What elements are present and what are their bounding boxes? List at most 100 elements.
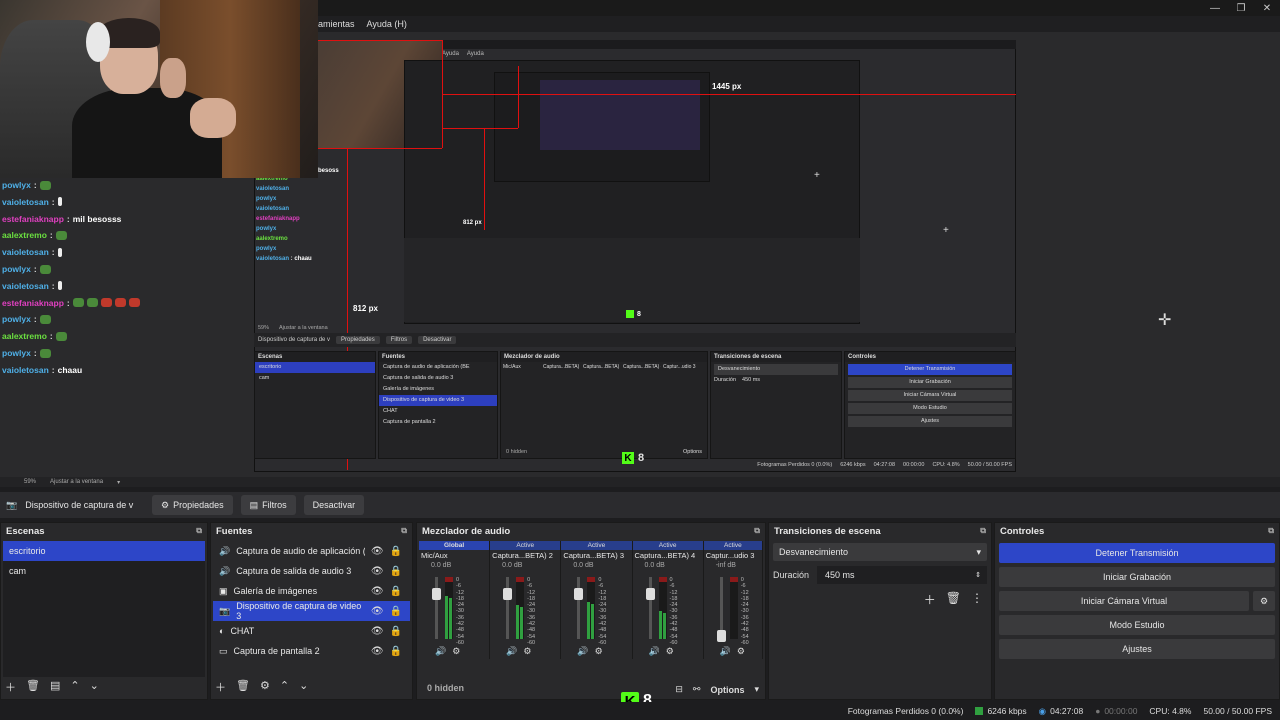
lock-icon[interactable]: 🔒 (390, 606, 402, 617)
channel-settings-icon[interactable]: ⚙ (737, 646, 745, 657)
channel-settings-icon[interactable]: ⚙ (523, 646, 531, 657)
mixer-options-button[interactable]: Options (710, 685, 744, 695)
menu-help[interactable]: Ayuda (H) (367, 19, 407, 29)
settings-button[interactable]: Ajustes (999, 639, 1275, 659)
trash-icon[interactable]: 🗑 (236, 679, 250, 695)
add-icon[interactable]: ＋ (215, 679, 226, 695)
volume-fader-track[interactable] (648, 577, 652, 639)
link-icon[interactable]: ⚯ (693, 684, 701, 695)
mute-icon[interactable]: 🔊 (506, 646, 517, 657)
volume-fader-track[interactable] (506, 577, 510, 639)
more-icon[interactable]: ⋮ (971, 591, 983, 608)
gear-icon[interactable]: ⚙ (1253, 591, 1275, 611)
channel-name[interactable]: Captura...BETA) 4 (633, 550, 703, 562)
filters-button[interactable]: ▤ Filtros (240, 495, 296, 515)
eye-icon[interactable]: 👁 (371, 646, 384, 657)
volume-fader-handle[interactable] (645, 588, 655, 601)
lock-icon[interactable]: 🔒 (390, 586, 402, 597)
channel-name[interactable]: Captur...udio 3 (704, 550, 762, 562)
gear-icon[interactable]: ⚙ (260, 679, 270, 695)
rec-indicator: ● 00:00:00 (1095, 706, 1137, 716)
eye-icon[interactable]: 👁 (371, 586, 384, 597)
lock-icon[interactable]: 🔒 (390, 566, 402, 577)
float-dock-icon[interactable]: ⧉ (754, 526, 760, 536)
selected-source-name: Dispositivo de captura de v (25, 500, 134, 510)
filter-icon[interactable]: ▤ (50, 679, 60, 695)
volume-fader-track[interactable] (435, 577, 438, 639)
menu-tools[interactable]: amientas (318, 19, 355, 29)
source-item[interactable]: ▣ Galería de imágenes 👁 🔒 (213, 581, 410, 601)
mute-icon[interactable]: 🔊 (720, 646, 731, 657)
channel-name[interactable]: Captura...BETA) 2 (490, 550, 560, 562)
channel-settings-icon[interactable]: ⚙ (595, 646, 603, 657)
source-item[interactable]: 📷 Dispositivo de captura de video 3 👁 🔒 (213, 601, 410, 621)
float-dock-icon[interactable]: ⧉ (980, 526, 986, 536)
source-item[interactable]: 🔊 Captura de salida de audio 3 👁 🔒 (213, 561, 410, 581)
chevron-down-icon[interactable]: ⌄ (90, 679, 99, 695)
float-dock-icon[interactable]: ⧉ (1268, 526, 1274, 536)
audio-icon: 🔊 (219, 545, 231, 556)
scene-item[interactable]: cam (3, 561, 205, 581)
properties-button[interactable]: ⚙ Propiedades (152, 495, 233, 515)
chevron-up-icon[interactable]: ⌃ (280, 679, 289, 695)
volume-fader-handle[interactable] (503, 588, 513, 601)
spinner-icon[interactable]: ⇕ (975, 571, 981, 579)
volume-fader-handle[interactable] (432, 588, 441, 601)
chat-message: vaioletosan: (2, 197, 62, 207)
volume-fader-handle[interactable] (574, 588, 584, 601)
duration-input[interactable]: 450 ms ⇕ (817, 566, 987, 584)
chevron-up-icon[interactable]: ⌃ (70, 679, 79, 695)
emote-icon (39, 180, 51, 190)
source-item[interactable]: 🔊 Captura de audio de aplicación (BE 👁 🔒 (213, 541, 410, 561)
close-icon[interactable]: ✕ (1254, 0, 1280, 16)
chat-separator: : (33, 264, 37, 274)
chat-separator: : (51, 280, 55, 291)
volume-fader-handle[interactable] (716, 630, 726, 643)
db-tick: -12 (527, 589, 536, 596)
trash-icon[interactable]: 🗑 (26, 679, 40, 695)
zoom-fit[interactable]: Ajustar a la ventana (50, 479, 103, 485)
minimize-icon[interactable]: — (1202, 0, 1228, 16)
chevron-down-icon[interactable]: ⌄ (299, 679, 308, 695)
studio-mode-button[interactable]: Modo Estudio (999, 615, 1275, 635)
float-dock-icon[interactable]: ⧉ (401, 526, 407, 536)
channel-name[interactable]: Captura...BETA) 3 (561, 550, 631, 562)
nested-kick-badge: K 8 (622, 452, 644, 464)
add-icon[interactable]: ＋ (924, 591, 936, 608)
zoom-level[interactable]: 59% (24, 479, 36, 485)
chevron-down-icon[interactable]: ▾ (117, 479, 120, 486)
chat-username: powlyx (2, 348, 31, 358)
transition-select[interactable]: Desvanecimiento ▾ (773, 543, 987, 561)
mute-icon[interactable]: 🔊 (435, 646, 446, 657)
add-icon[interactable]: ＋ (5, 679, 16, 695)
eye-icon[interactable]: 👁 (371, 626, 384, 637)
chevron-down-icon[interactable]: ▾ (754, 684, 759, 695)
source-item[interactable]: ◐ CHAT 👁 🔒 (213, 621, 410, 641)
mute-icon[interactable]: 🔊 (577, 646, 588, 657)
eye-icon[interactable]: 👁 (371, 546, 384, 557)
channel-status: Global (419, 541, 490, 550)
eye-icon[interactable]: 👁 (371, 606, 384, 617)
volume-fader-track[interactable] (577, 577, 581, 639)
channel-settings-icon[interactable]: ⚙ (666, 646, 674, 657)
lock-icon[interactable]: 🔒 (390, 546, 402, 557)
nested-chat-username: vaioletosan (256, 256, 290, 262)
source-item[interactable]: ▭ Captura de pantalla 2 👁 🔒 (213, 641, 410, 661)
channel-name[interactable]: Mic/Aux (419, 550, 489, 562)
stop-stream-button[interactable]: Detener Transmisión (999, 543, 1275, 563)
guide-line (442, 128, 518, 129)
channel-settings-icon[interactable]: ⚙ (452, 646, 460, 657)
float-dock-icon[interactable]: ⧉ (196, 526, 202, 536)
trash-icon[interactable]: 🗑 (946, 591, 961, 608)
guide-line (518, 66, 519, 128)
deactivate-button[interactable]: Desactivar (303, 495, 365, 515)
layout-icon[interactable]: ⊟ (675, 684, 683, 695)
start-virtual-camera-button[interactable]: Iniciar Cámara Virtual (999, 591, 1249, 611)
lock-icon[interactable]: 🔒 (390, 646, 402, 657)
start-recording-button[interactable]: Iniciar Grabación (999, 567, 1275, 587)
mute-icon[interactable]: 🔊 (649, 646, 660, 657)
maximize-icon[interactable]: ❐ (1228, 0, 1254, 16)
eye-icon[interactable]: 👁 (371, 566, 384, 577)
scene-item[interactable]: escritorio (3, 541, 205, 561)
lock-icon[interactable]: 🔒 (390, 626, 402, 637)
